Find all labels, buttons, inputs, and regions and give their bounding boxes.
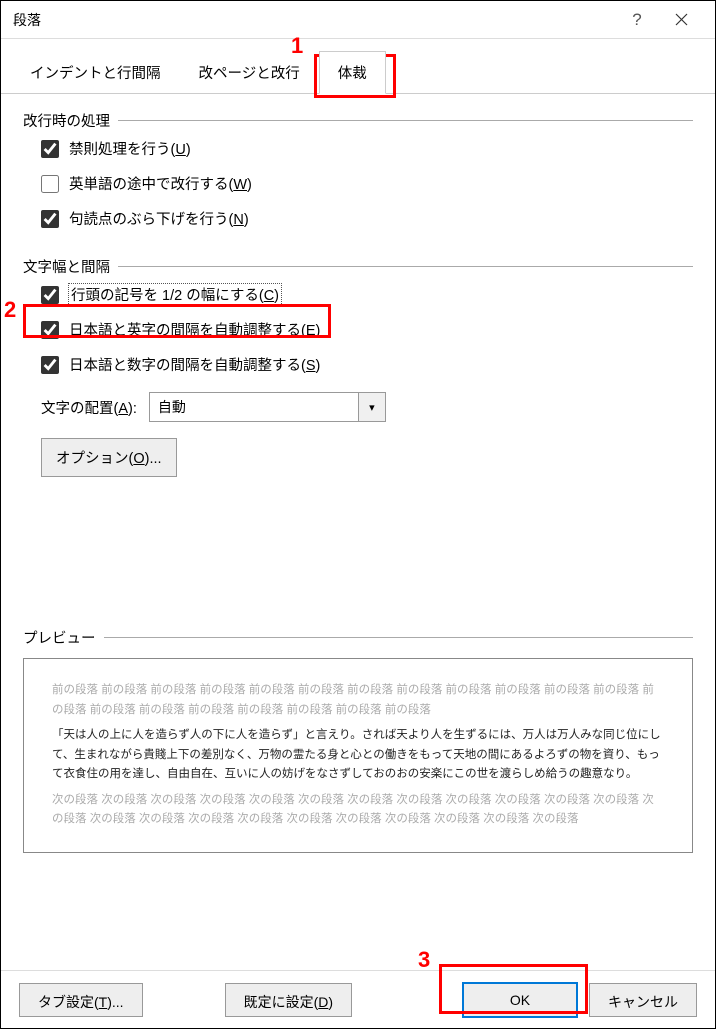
tab-bar: インデントと行間隔 改ページと改行 体裁 (1, 39, 715, 94)
check-jp-num-spacing[interactable]: 日本語と数字の間隔を自動調整する(S) (23, 347, 693, 382)
help-button[interactable]: ? (615, 2, 659, 38)
ok-button[interactable]: OK (463, 983, 577, 1017)
titlebar: 段落 ? (1, 1, 715, 39)
group-spacing: 文字幅と間隔 行頭の記号を 1/2 の幅にする(C) 日本語と英字の間隔を自動調… (23, 256, 693, 477)
dialog-button-row: タブ設定(T)... 既定に設定(D) OK キャンセル (1, 970, 715, 1028)
dialog-content: 改行時の処理 禁則処理を行う(U) 英単語の途中で改行する(W) 句読点のぶら下… (1, 94, 715, 885)
check-kinsoku[interactable]: 禁則処理を行う(U) (23, 131, 693, 166)
check-halfwidth-head-box[interactable] (41, 286, 59, 304)
preview-box: 前の段落 前の段落 前の段落 前の段落 前の段落 前の段落 前の段落 前の段落 … (23, 658, 693, 853)
tab-pagebreak[interactable]: 改ページと改行 (180, 51, 319, 93)
tab-indent[interactable]: インデントと行間隔 (11, 51, 180, 93)
group-spacing-legend: 文字幅と間隔 (23, 256, 118, 277)
preview-prev-para: 前の段落 前の段落 前の段落 前の段落 前の段落 前の段落 前の段落 前の段落 … (52, 681, 664, 720)
char-align-select[interactable]: 自動 ▾ (149, 392, 386, 422)
dialog-title: 段落 (13, 10, 615, 30)
char-align-label: 文字の配置(A): (41, 397, 137, 418)
check-jp-en-spacing[interactable]: 日本語と英字の間隔を自動調整する(E) (23, 312, 693, 347)
check-label: 日本語と数字の間隔を自動調整する(S) (69, 354, 320, 375)
check-jp-num-spacing-box[interactable] (41, 356, 59, 374)
close-button[interactable] (659, 2, 703, 38)
group-preview: プレビュー 前の段落 前の段落 前の段落 前の段落 前の段落 前の段落 前の段落… (23, 627, 693, 853)
check-label: 行頭の記号を 1/2 の幅にする(C) (69, 284, 281, 305)
cancel-button[interactable]: キャンセル (589, 983, 697, 1017)
chevron-down-icon[interactable]: ▾ (358, 392, 386, 422)
check-english-break-box[interactable] (41, 175, 59, 193)
tab-typography[interactable]: 体裁 (319, 51, 386, 94)
check-label: 句読点のぶら下げを行う(N) (69, 208, 249, 229)
check-kinsoku-box[interactable] (41, 140, 59, 158)
check-hanging-punct-box[interactable] (41, 210, 59, 228)
check-hanging-punct[interactable]: 句読点のぶら下げを行う(N) (23, 201, 693, 236)
tab-settings-button[interactable]: タブ設定(T)... (19, 983, 143, 1017)
check-label: 英単語の途中で改行する(W) (69, 173, 252, 194)
check-label: 禁則処理を行う(U) (69, 138, 191, 159)
char-align-value[interactable]: 自動 (149, 392, 359, 422)
group-linebreak-legend: 改行時の処理 (23, 110, 118, 131)
check-jp-en-spacing-box[interactable] (41, 321, 59, 339)
check-label: 日本語と英字の間隔を自動調整する(E) (69, 319, 320, 340)
options-button[interactable]: オプション(O)... (41, 438, 177, 477)
close-icon (675, 13, 688, 26)
group-linebreak: 改行時の処理 禁則処理を行う(U) 英単語の途中で改行する(W) 句読点のぶら下… (23, 110, 693, 236)
check-english-break[interactable]: 英単語の途中で改行する(W) (23, 166, 693, 201)
char-align-row: 文字の配置(A): 自動 ▾ (23, 382, 693, 432)
group-preview-legend: プレビュー (23, 627, 104, 648)
check-halfwidth-head[interactable]: 行頭の記号を 1/2 の幅にする(C) (23, 277, 693, 312)
preview-main-para: 「天は人の上に人を造らず人の下に人を造らず」と言えり。されば天より人を生ずるには… (52, 726, 664, 785)
set-default-button[interactable]: 既定に設定(D) (225, 983, 352, 1017)
preview-next-para: 次の段落 次の段落 次の段落 次の段落 次の段落 次の段落 次の段落 次の段落 … (52, 791, 664, 830)
